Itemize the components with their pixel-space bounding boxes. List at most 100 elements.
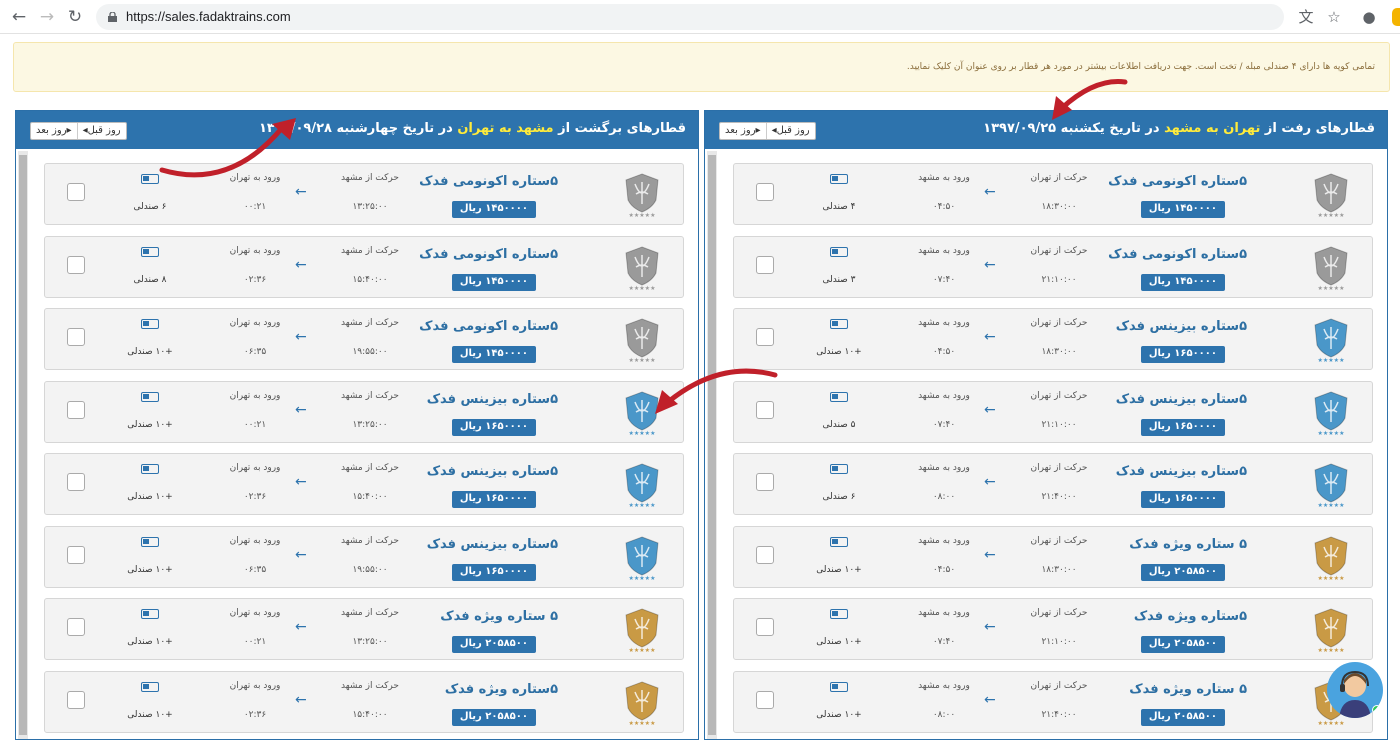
select-checkbox[interactable] — [67, 400, 85, 419]
price-badge: ۱۶۵۰۰۰۰ ریال — [451, 418, 536, 436]
arrival-time: ۰۲:۳۶ — [243, 492, 267, 502]
direction-arrow-icon: ← — [295, 401, 307, 418]
train-name-link[interactable]: ۵ستاره بیزینس فدک — [1116, 392, 1247, 407]
train-class-logo-icon: ★★★★★ — [1312, 462, 1350, 509]
arrival-label: ورود به مشهد — [918, 173, 970, 183]
train-name-link[interactable]: ۵ستاره بیزینس فدک — [427, 392, 558, 407]
train-row[interactable]: ★★★★★ ۵ستاره بیزینس فدک ۱۶۵۰۰۰۰ ریال حرکت ا… — [733, 453, 1373, 515]
train-row[interactable]: ★★★★★ ۵ستاره بیزینس فدک ۱۶۵۰۰۰۰ ریال حرکت ا… — [733, 380, 1373, 443]
seat-icon — [141, 174, 159, 184]
train-name-link[interactable]: ۵ستاره ویژه فدک — [1134, 609, 1247, 624]
direction-arrow-icon: ← — [295, 474, 307, 490]
arrival-time: ۰۶:۳۵ — [243, 347, 267, 357]
select-checkbox[interactable] — [67, 545, 85, 564]
select-checkbox[interactable] — [756, 545, 774, 564]
scrollbar[interactable] — [18, 151, 28, 739]
select-checkbox[interactable] — [756, 473, 774, 491]
browser-toolbar: ← → ↻ https://sales.fadaktrains.com 文 ☆ … — [0, 0, 1400, 34]
select-checkbox[interactable] — [67, 183, 85, 201]
train-row[interactable]: ★★★★★ ۵ستاره بیزینس فدک ۱۶۵۰۰۰۰ ریال حرکت ا… — [44, 525, 684, 588]
support-chat-button[interactable] — [1327, 662, 1383, 718]
train-row[interactable]: ★★★★★ ۵ستاره بیزینس فدک ۱۶۵۰۰۰۰ ریال حرکت ا… — [44, 453, 684, 515]
arrival-label: ورود به تهران — [229, 463, 281, 473]
select-checkbox[interactable] — [756, 690, 774, 709]
prev-day-button[interactable]: ◂روز قبل — [767, 123, 815, 139]
train-name-link[interactable]: ۵ستاره اکونومی فدک — [1108, 247, 1247, 262]
prev-day-button[interactable]: ◂روز قبل — [78, 123, 126, 139]
seat-icon — [141, 681, 159, 692]
departure-time: ۱۵:۴۰:۰۰ — [352, 274, 388, 285]
price-badge: ۱۴۵۰۰۰۰ ریال — [451, 273, 536, 291]
train-class-logo-icon: ★★★★★ — [623, 172, 661, 219]
departure-time: ۱۵:۴۰:۰۰ — [352, 492, 388, 502]
departure-label: حرکت از تهران — [1030, 390, 1088, 401]
arrival-time: ۰۲:۳۶ — [243, 274, 267, 285]
departure-label: حرکت از مشهد — [341, 608, 399, 618]
select-checkbox[interactable] — [756, 328, 774, 346]
select-checkbox[interactable] — [67, 618, 85, 636]
available-seats: +۱۰ صندلی — [127, 419, 173, 430]
train-row[interactable]: ★★★★★ ۵ستاره اکونومی فدک ۱۴۵۰۰۰۰ ریال حرکت … — [44, 235, 684, 298]
arrival-time: ۰۷:۴۰ — [932, 274, 956, 285]
train-name-link[interactable]: ۵ستاره اکونومی فدک — [1108, 174, 1247, 189]
bookmark-star-icon[interactable]: ☆ — [1325, 8, 1343, 26]
select-checkbox[interactable] — [756, 183, 774, 201]
select-checkbox[interactable] — [67, 690, 85, 709]
train-class-logo-icon: ★★★★★ — [623, 535, 661, 582]
select-checkbox[interactable] — [756, 400, 774, 419]
arrival-label: ورود به مشهد — [918, 535, 970, 546]
account-icon[interactable]: ● — [1360, 8, 1378, 26]
train-name-link[interactable]: ۵ستاره بیزینس فدک — [1116, 319, 1247, 334]
update-badge-icon[interactable] — [1392, 8, 1400, 26]
direction-arrow-icon: ← — [984, 691, 996, 708]
select-checkbox[interactable] — [67, 473, 85, 491]
price-badge: ۲۰۵۸۵۰۰ ریال — [451, 636, 536, 653]
seat-icon — [830, 681, 848, 692]
train-name-link[interactable]: ۵ستاره اکونومی فدک — [419, 247, 558, 262]
train-row[interactable]: ★★★★★ ۵ ستاره ویژه فدک ۲۰۵۸۵۰۰ ریال حرکت از… — [44, 598, 684, 660]
next-day-button[interactable]: روز بعد▸ — [31, 123, 78, 139]
forward-icon[interactable]: → — [38, 8, 56, 26]
train-name-link[interactable]: ۵ ستاره ویژه فدک — [1129, 537, 1247, 552]
return-trains-panel: قطارهای برگشت از مشهد به تهران در تاریخ … — [15, 110, 699, 740]
arrival-time: ۰۴:۵۰ — [932, 564, 956, 575]
select-checkbox[interactable] — [67, 255, 85, 274]
train-row[interactable]: ★★★★★ ۵ستاره بیزینس فدک ۱۶۵۰۰۰۰ ریال حرکت ا… — [733, 308, 1373, 370]
train-class-logo-icon: ★★★★★ — [623, 317, 661, 364]
scrollbar[interactable] — [707, 151, 717, 739]
train-name-link[interactable]: ۵ستاره بیزینس فدک — [1116, 464, 1247, 479]
train-row[interactable]: ★★★★★ ۵ستاره اکونومی فدک ۱۴۵۰۰۰۰ ریال حرکت … — [733, 235, 1373, 298]
available-seats: +۱۰ صندلی — [127, 492, 173, 502]
train-name-link[interactable]: ۵ ستاره ویژه فدک — [1129, 682, 1247, 697]
train-name-link[interactable]: ۵ستاره بیزینس فدک — [427, 464, 558, 479]
select-checkbox[interactable] — [67, 328, 85, 346]
select-checkbox[interactable] — [756, 255, 774, 274]
translate-icon[interactable]: 文 — [1297, 8, 1315, 26]
price-badge: ۱۶۵۰۰۰۰ ریال — [451, 491, 536, 508]
train-name-link[interactable]: ۵ستاره اکونومی فدک — [419, 174, 558, 189]
train-row[interactable]: ★★★★★ ۵ستاره اکونومی فدک ۱۴۵۰۰۰۰ ریال حرکت … — [44, 308, 684, 370]
next-day-button[interactable]: روز بعد▸ — [720, 123, 767, 139]
train-class-logo-icon: ★★★★★ — [1312, 607, 1350, 654]
train-name-link[interactable]: ۵ستاره بیزینس فدک — [427, 537, 558, 552]
departure-time: ۲۱:۱۰:۰۰ — [1041, 419, 1077, 430]
arrival-label: ورود به مشهد — [918, 463, 970, 473]
train-row[interactable]: ★★★★★ ۵ستاره بیزینس فدک ۱۶۵۰۰۰۰ ریال حرکت ا… — [44, 380, 684, 443]
train-name-link[interactable]: ۵ ستاره ویژه فدک — [440, 609, 558, 624]
direction-arrow-icon: ← — [295, 329, 307, 345]
address-bar[interactable]: https://sales.fadaktrains.com — [96, 4, 1284, 30]
arrival-label: ورود به مشهد — [918, 318, 970, 328]
train-row[interactable]: ★★★★★ ۵ ستاره ویژه فدک ۲۰۵۸۵۰۰ ریال حرکت از… — [733, 670, 1373, 733]
train-name-link[interactable]: ۵ستاره ویژه فدک — [445, 682, 558, 697]
train-row[interactable]: ★★★★★ ۵ستاره ویژه فدک ۲۰۵۸۵۰۰ ریال حرکت از … — [44, 670, 684, 733]
panel-title[interactable]: قطارهای برگشت از مشهد به تهران در تاریخ … — [259, 121, 686, 136]
train-row[interactable]: ★★★★★ ۵ستاره اکونومی فدک ۱۴۵۰۰۰۰ ریال حرکت … — [44, 163, 684, 225]
back-icon[interactable]: ← — [10, 8, 28, 26]
train-row[interactable]: ★★★★★ ۵ستاره اکونومی فدک ۱۴۵۰۰۰۰ ریال حرکت … — [733, 163, 1373, 225]
train-name-link[interactable]: ۵ستاره اکونومی فدک — [419, 319, 558, 334]
panel-title[interactable]: قطارهای رفت از تهران به مشهد در تاریخ یک… — [983, 121, 1375, 136]
train-row[interactable]: ★★★★★ ۵ ستاره ویژه فدک ۲۰۵۸۵۰۰ ریال حرکت از… — [733, 525, 1373, 588]
train-row[interactable]: ★★★★★ ۵ستاره ویژه فدک ۲۰۵۸۵۰۰ ریال حرکت از … — [733, 598, 1373, 660]
select-checkbox[interactable] — [756, 618, 774, 636]
reload-icon[interactable]: ↻ — [66, 8, 84, 26]
